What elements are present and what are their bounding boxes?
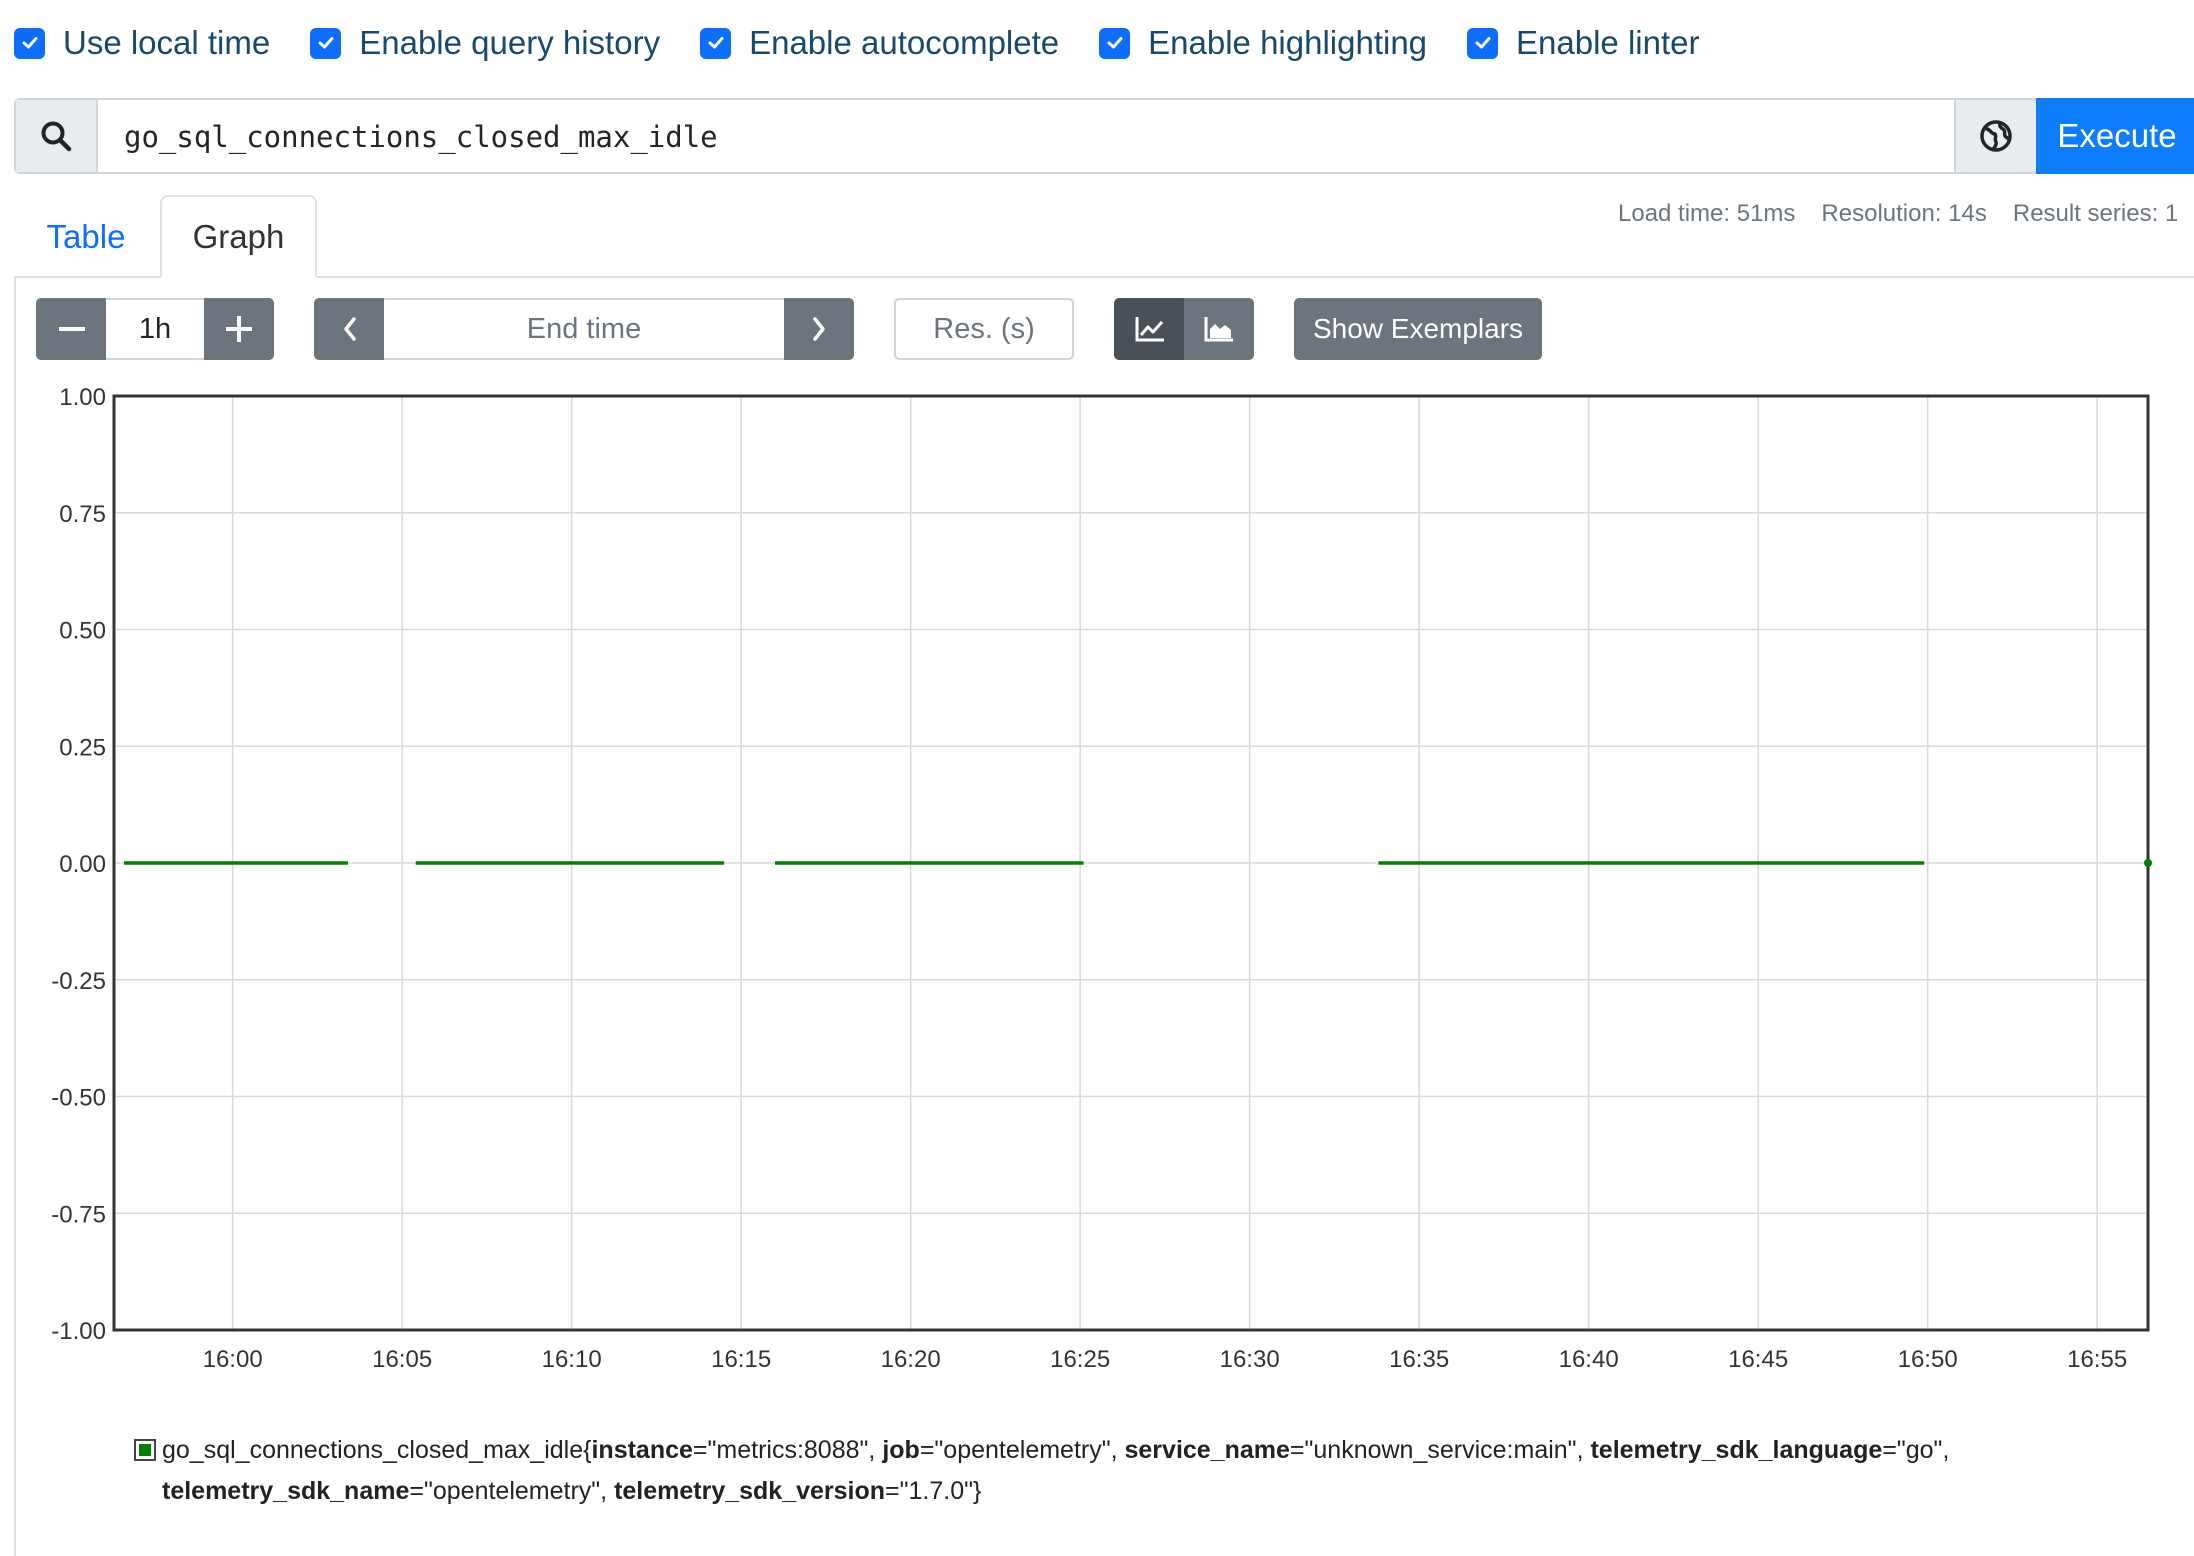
graph-chart[interactable]: 1.00 0.75 0.50 0.25 0.00 -0.25 -0.50 -0.75 -1.00… <box>0 0 2194 1400</box>
series-point[interactable] <box>2144 859 2152 867</box>
legend: go_sql_connections_closed_max_idle{insta… <box>134 1430 2122 1512</box>
legend-swatch[interactable] <box>134 1439 156 1461</box>
x-tick-label: 16:25 <box>1050 1346 1110 1373</box>
x-tick-label: 16:35 <box>1389 1346 1449 1373</box>
legend-label-value: "unknown_service:main" <box>1304 1436 1577 1464</box>
x-tick-label: 16:45 <box>1728 1346 1788 1373</box>
x-tick-label: 16:20 <box>881 1346 941 1373</box>
x-tick-label: 16:00 <box>203 1346 263 1373</box>
legend-series-label[interactable]: go_sql_connections_closed_max_idle{insta… <box>162 1436 1949 1505</box>
x-tick-label: 16:50 <box>1898 1346 1958 1373</box>
legend-label-value: "go" <box>1896 1436 1943 1464</box>
legend-label-key: instance <box>591 1436 693 1464</box>
x-tick-label: 16:15 <box>711 1346 771 1373</box>
y-tick-label: 0.00 <box>59 851 106 878</box>
legend-label-value: "opentelemetry" <box>423 1477 601 1505</box>
x-tick-label: 16:05 <box>372 1346 432 1373</box>
y-tick-label: -1.00 <box>51 1318 106 1345</box>
legend-metric-name: go_sql_connections_closed_max_idle <box>162 1436 584 1464</box>
legend-label-key: telemetry_sdk_language <box>1590 1436 1883 1464</box>
y-tick-label: 1.00 <box>59 384 106 411</box>
legend-label-value: "metrics:8088" <box>707 1436 869 1464</box>
y-tick-label: -0.75 <box>51 1201 106 1228</box>
legend-label-value: "opentelemetry" <box>934 1436 1111 1464</box>
x-tick-label: 16:10 <box>542 1346 602 1373</box>
legend-label-key: job <box>882 1436 920 1464</box>
x-tick-label: 16:40 <box>1559 1346 1619 1373</box>
y-tick-label: 0.25 <box>59 734 106 761</box>
legend-label-key: service_name <box>1124 1436 1290 1464</box>
y-tick-label: 0.50 <box>59 618 106 645</box>
y-tick-label: 0.75 <box>59 501 106 528</box>
legend-label-key: telemetry_sdk_name <box>162 1477 410 1505</box>
y-tick-label: -0.25 <box>51 968 106 995</box>
x-tick-label: 16:55 <box>2067 1346 2127 1373</box>
x-tick-label: 16:30 <box>1220 1346 1280 1373</box>
y-tick-label: -0.50 <box>51 1085 106 1112</box>
tab-graph[interactable]: Graph <box>160 195 317 278</box>
legend-label-value: "1.7.0" <box>899 1477 974 1505</box>
legend-label-key: telemetry_sdk_version <box>614 1477 886 1505</box>
